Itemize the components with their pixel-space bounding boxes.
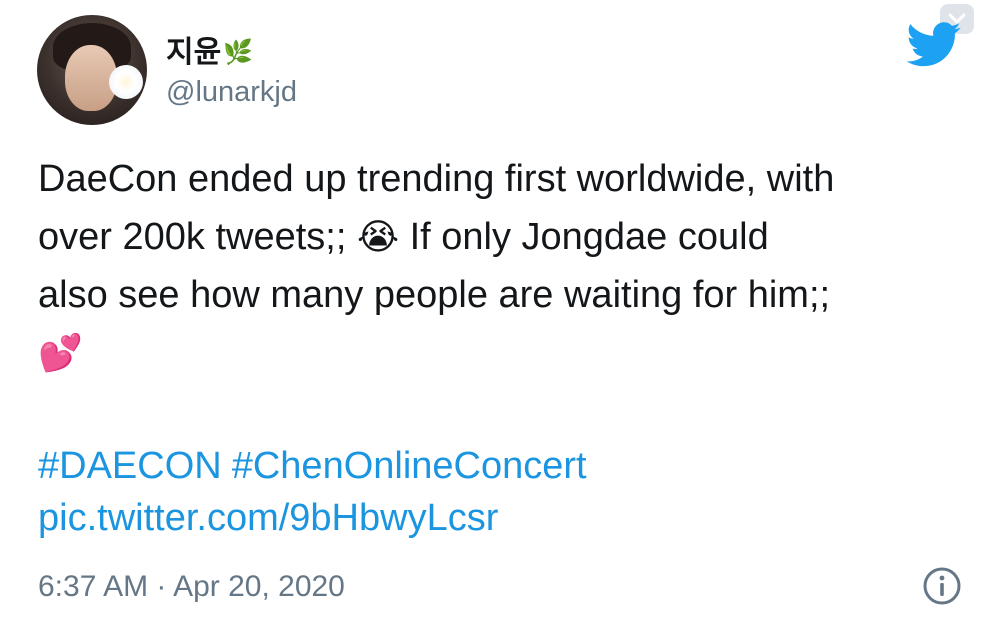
- hashtag-chenonlineconcert[interactable]: #ChenOnlineConcert: [232, 445, 587, 487]
- tweet-line-2-start: over 200k tweets;;: [38, 216, 357, 258]
- hearts-emoji: 💕: [38, 332, 83, 373]
- user-handle[interactable]: @lunarkjd: [166, 76, 297, 109]
- crying-emoji: 😭: [356, 216, 400, 257]
- leaf-emoji: 🌿: [223, 39, 254, 66]
- hashtag-list: #DAECON #ChenOnlineConcert: [38, 440, 597, 492]
- media-link[interactable]: pic.twitter.com/9bHbwyLcsr: [38, 497, 498, 540]
- tweet-line-3: also see how many people are waiting for…: [38, 274, 831, 316]
- info-icon[interactable]: [922, 566, 962, 606]
- tweet-timestamp[interactable]: 6:37 AM · Apr 20, 2020: [38, 570, 345, 604]
- hashtag-daecon[interactable]: #DAECON: [38, 445, 222, 487]
- display-name[interactable]: 지윤🌿: [166, 27, 253, 71]
- tweet-line-1: DaeCon ended up trending first worldwide…: [38, 158, 835, 200]
- avatar[interactable]: [37, 15, 147, 125]
- twitter-bird-icon[interactable]: [906, 22, 962, 68]
- display-name-text: 지윤: [166, 36, 222, 69]
- tweet-text: DaeCon ended up trending first worldwide…: [38, 150, 978, 382]
- tweet-card: 지윤🌿 @lunarkjd DaeCon ended up trending f…: [0, 0, 1000, 623]
- avatar-flower: [109, 65, 143, 99]
- tweet-line-2-end: If only Jongdae could: [399, 216, 769, 258]
